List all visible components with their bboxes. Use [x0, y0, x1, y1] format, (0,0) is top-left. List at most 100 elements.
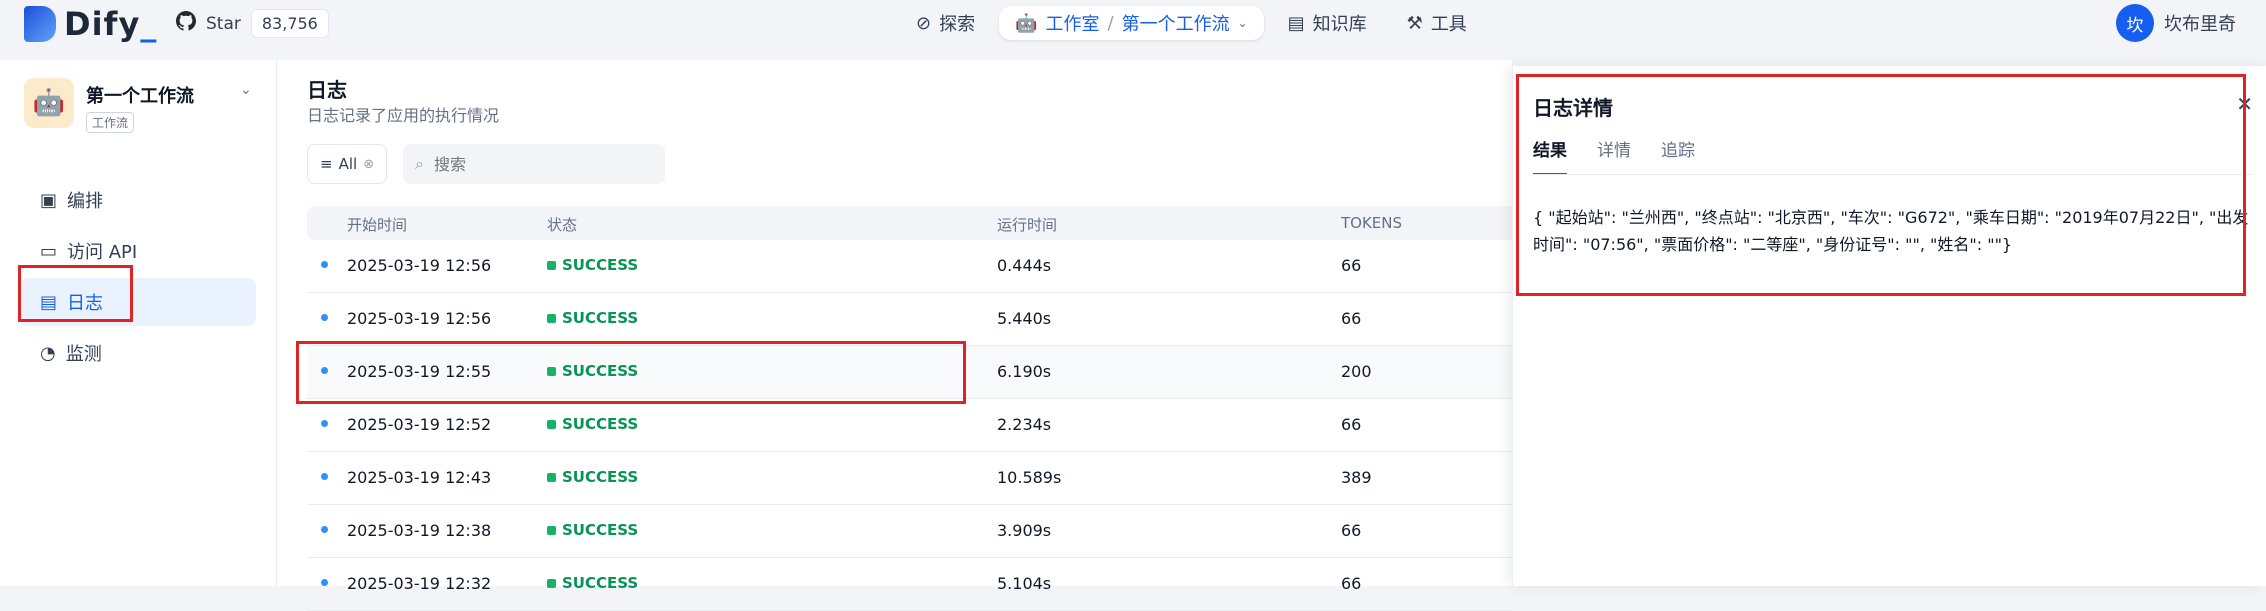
nav-explore-label: 探索	[939, 14, 976, 35]
row-tokens: 66	[1341, 574, 1362, 593]
chevron-down-icon[interactable]: ⌄	[240, 82, 252, 98]
sidebar-item-orchestrate[interactable]: ▣ 编排	[20, 176, 256, 224]
user-menu[interactable]: 坎 坎布里奇	[2116, 4, 2236, 42]
main-nav: ⊘ 探索 🤖 工作室 / 第一个工作流 ⌄ ▤ 知识库 ⚒ 工具	[900, 6, 1483, 40]
row-time: 2025-03-19 12:56	[347, 256, 492, 275]
row-tokens: 66	[1341, 415, 1362, 434]
unread-dot	[321, 314, 328, 321]
panel-tabs: 结果 详情 追踪	[1533, 136, 1695, 175]
row-time: 2025-03-19 12:38	[347, 521, 492, 540]
col-tokens: TOKENS	[1341, 214, 1403, 232]
sidebar-menu: ▣ 编排 ▭ 访问 API ▤ 日志 ◔ 监测	[20, 176, 256, 380]
layout-icon: ▣	[40, 189, 58, 211]
unread-dot	[321, 261, 328, 268]
app-name: 第一个工作流	[86, 86, 194, 107]
nav-knowledge-label: 知识库	[1312, 14, 1367, 35]
page-subtitle: 日志记录了应用的执行情况	[307, 106, 500, 125]
nav-tools-label: 工具	[1430, 14, 1467, 35]
row-time: 2025-03-19 12:43	[347, 468, 492, 487]
status-filter[interactable]: ≡ All ⊗	[307, 144, 388, 184]
row-duration: 3.909s	[997, 521, 1052, 540]
row-tokens: 66	[1341, 256, 1362, 275]
avatar: 坎	[2116, 4, 2154, 42]
result-output: { "起始站": "兰州西", "终点站": "北京西", "车次": "G67…	[1533, 208, 2249, 254]
row-tokens: 66	[1341, 521, 1362, 540]
status-badge: SUCCESS	[547, 362, 638, 380]
filter-label: All	[338, 155, 358, 173]
page-title: 日志	[307, 78, 347, 102]
table-header: 开始时间 状态 运行时间 TOKENS	[307, 206, 1512, 240]
row-duration: 5.104s	[997, 574, 1052, 593]
row-time: 2025-03-19 12:55	[347, 362, 492, 381]
table-row[interactable]: 2025-03-19 12:43 SUCCESS 10.589s 389	[307, 452, 1512, 505]
app-type-tag: 工作流	[86, 112, 135, 133]
sidebar-item-label: 监测	[65, 344, 102, 365]
clear-icon[interactable]: ⊗	[363, 157, 374, 172]
user-name: 坎布里奇	[2164, 14, 2236, 35]
robot-icon: 🤖	[1015, 12, 1038, 34]
robot-app-icon: 🤖	[24, 78, 74, 128]
table-row[interactable]: 2025-03-19 12:55 SUCCESS 6.190s 200	[307, 346, 1512, 399]
logo-mark-icon	[24, 6, 56, 42]
sidebar-item-monitor[interactable]: ◔ 监测	[20, 329, 256, 377]
row-time: 2025-03-19 12:56	[347, 309, 492, 328]
status-badge: SUCCESS	[547, 574, 638, 592]
sidebar-item-api[interactable]: ▭ 访问 API	[20, 227, 256, 275]
nav-knowledge[interactable]: ▤ 知识库	[1272, 6, 1383, 40]
sidebar-item-label: 编排	[67, 191, 104, 212]
unread-dot	[321, 526, 328, 533]
unread-dot	[321, 579, 328, 586]
star-count: 83,756	[250, 9, 329, 38]
tab-detail[interactable]: 详情	[1597, 136, 1631, 175]
close-icon[interactable]: ✕	[2236, 92, 2253, 116]
breadcrumb-app[interactable]: 第一个工作流	[1122, 10, 1230, 36]
row-tokens: 66	[1341, 309, 1362, 328]
search-box[interactable]: ⌕	[403, 144, 665, 184]
search-icon: ⌕	[415, 154, 424, 173]
book-icon: ▤	[1287, 12, 1305, 34]
app-header[interactable]: 🤖 第一个工作流 工作流	[24, 78, 194, 133]
row-duration: 5.440s	[997, 309, 1052, 328]
row-duration: 0.444s	[997, 256, 1052, 275]
github-star[interactable]: Star 83,756	[176, 9, 329, 38]
row-tokens: 389	[1341, 468, 1372, 487]
dify-logo[interactable]: Dify_	[24, 4, 157, 44]
nav-studio[interactable]: 🤖 工作室 / 第一个工作流 ⌄	[999, 6, 1264, 40]
search-input[interactable]	[431, 153, 636, 175]
col-status: 状态	[547, 216, 578, 234]
filter-icon: ≡	[320, 155, 333, 173]
sidebar: 🤖 第一个工作流 工作流 ⌄ ▣ 编排 ▭ 访问 API ▤ 日志 ◔ 监测	[0, 60, 277, 586]
star-label: Star	[206, 13, 241, 34]
table-row[interactable]: 2025-03-19 12:56 SUCCESS 5.440s 66	[307, 293, 1512, 346]
unread-dot	[321, 367, 328, 374]
compass-icon: ⊘	[916, 12, 932, 34]
hammer-icon: ⚒	[1406, 12, 1423, 34]
breadcrumb-separator: /	[1107, 12, 1114, 34]
gauge-icon: ◔	[40, 342, 56, 364]
nav-studio-label: 工作室	[1045, 14, 1100, 35]
col-start-time: 开始时间	[347, 216, 408, 234]
table-row[interactable]: 2025-03-19 12:56 SUCCESS 0.444s 66	[307, 240, 1512, 293]
tab-trace[interactable]: 追踪	[1661, 136, 1695, 175]
sidebar-item-label: 日志	[67, 293, 104, 314]
status-badge: SUCCESS	[547, 468, 638, 486]
sidebar-item-label: 访问 API	[67, 242, 138, 263]
tab-divider	[1533, 174, 2253, 175]
file-list-icon: ▤	[40, 291, 58, 313]
status-badge: SUCCESS	[547, 415, 638, 433]
log-detail-panel: 日志详情 ✕ 结果 详情 追踪 { "起始站": "兰州西", "终点站": "…	[1512, 66, 2266, 586]
row-time: 2025-03-19 12:52	[347, 415, 492, 434]
nav-explore[interactable]: ⊘ 探索	[900, 6, 991, 40]
row-duration: 6.190s	[997, 362, 1052, 381]
row-time: 2025-03-19 12:32	[347, 574, 492, 593]
nav-tools[interactable]: ⚒ 工具	[1391, 6, 1483, 40]
sidebar-item-logs[interactable]: ▤ 日志	[20, 278, 256, 326]
github-icon	[176, 11, 196, 36]
col-duration: 运行时间	[997, 216, 1058, 234]
row-duration: 10.589s	[997, 468, 1062, 487]
tab-result[interactable]: 结果	[1533, 136, 1567, 175]
table-row[interactable]: 2025-03-19 12:38 SUCCESS 3.909s 66	[307, 505, 1512, 558]
table-row[interactable]: 2025-03-19 12:32 SUCCESS 5.104s 66	[307, 558, 1512, 611]
table-row[interactable]: 2025-03-19 12:52 SUCCESS 2.234s 66	[307, 399, 1512, 452]
logo-underscore: _	[140, 5, 158, 43]
